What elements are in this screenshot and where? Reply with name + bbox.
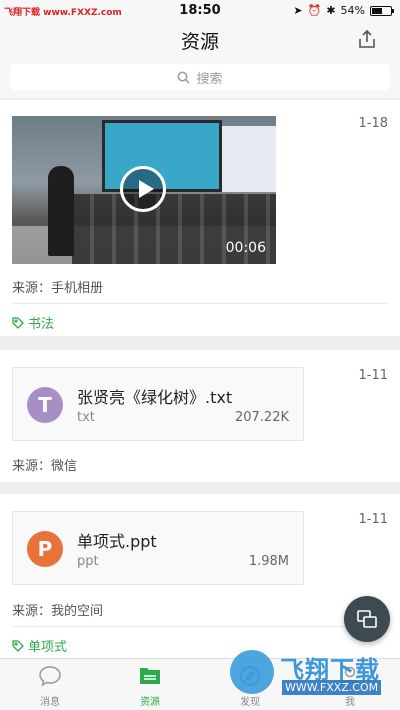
file-type: txt [77, 410, 95, 425]
card-source: 来源：我的空间 [12, 604, 104, 619]
file-type: ppt [77, 554, 99, 569]
status-icons: ➤ ⏰ ✱ 54% [293, 4, 394, 17]
card-date: 1-18 [358, 116, 388, 131]
card-tag-label: 书法 [28, 317, 55, 332]
card-source: 来源：微信 [12, 459, 78, 474]
file-name: 单项式.ppt [77, 532, 157, 551]
upload-icon[interactable] [356, 28, 378, 50]
card-tag[interactable]: 单项式 [12, 636, 67, 655]
search-placeholder: 搜索 [196, 71, 223, 87]
card-tag[interactable]: 书法 [12, 313, 54, 332]
resource-card-file[interactable]: 1-11 T 张贤亮《绿化树》.txt txt 207.22K 来源：微信 [0, 350, 400, 482]
page-title: 资源 [180, 31, 219, 53]
watermark-url: WWW.FXXZ.COM [282, 680, 382, 695]
file-size: 1.98M [248, 554, 289, 569]
card-source: 来源：手机相册 [12, 281, 104, 296]
watermark-logo [230, 650, 274, 694]
battery-icon [370, 5, 394, 16]
status-bar: 飞翔下载 www.FXXZ.com 18:50 ➤ ⏰ ✱ 54% [0, 0, 400, 22]
nav-header: 资源 [0, 22, 400, 58]
tab-resources[interactable]: 资源 [110, 665, 190, 708]
resource-card-file[interactable]: 1-11 P 单项式.ppt ppt 1.98M 来源：我的空间 单项式 [0, 494, 400, 658]
bluetooth-icon: ✱ [326, 4, 336, 17]
file-preview[interactable]: P 单项式.ppt ppt 1.98M [12, 511, 304, 585]
watermark: 飞翔下载 WWW.FXXZ.COM [230, 648, 390, 700]
video-thumbnail[interactable]: 00:06 [12, 116, 276, 264]
search-bar: 搜索 [0, 58, 400, 98]
card-date: 1-11 [358, 512, 388, 527]
tab-messages[interactable]: 消息 [10, 665, 90, 708]
switch-view-button[interactable] [344, 596, 390, 642]
tag-icon [12, 639, 24, 652]
search-icon [178, 71, 191, 84]
play-icon[interactable] [120, 166, 166, 212]
card-tag-label: 单项式 [28, 640, 68, 655]
resource-card-video[interactable]: 1-18 00:06 来源：手机相册 书法 [0, 100, 400, 336]
txt-file-icon: T [27, 387, 63, 423]
alarm-icon: ⏰ [307, 4, 322, 17]
chat-bubble-icon [39, 666, 61, 687]
file-size: 207.22K [234, 410, 289, 425]
ppt-file-icon: P [27, 531, 63, 567]
file-name: 张贤亮《绿化树》.txt [77, 388, 233, 407]
switch-screen-icon [357, 610, 377, 628]
card-date: 1-11 [358, 368, 388, 383]
battery-percent: 54% [340, 4, 365, 17]
folder-icon [140, 668, 160, 684]
tag-icon [12, 316, 24, 329]
video-duration: 00:06 [225, 240, 266, 256]
search-input[interactable]: 搜索 [10, 64, 390, 90]
location-icon: ➤ [293, 4, 303, 17]
file-preview[interactable]: T 张贤亮《绿化树》.txt txt 207.22K [12, 367, 304, 441]
